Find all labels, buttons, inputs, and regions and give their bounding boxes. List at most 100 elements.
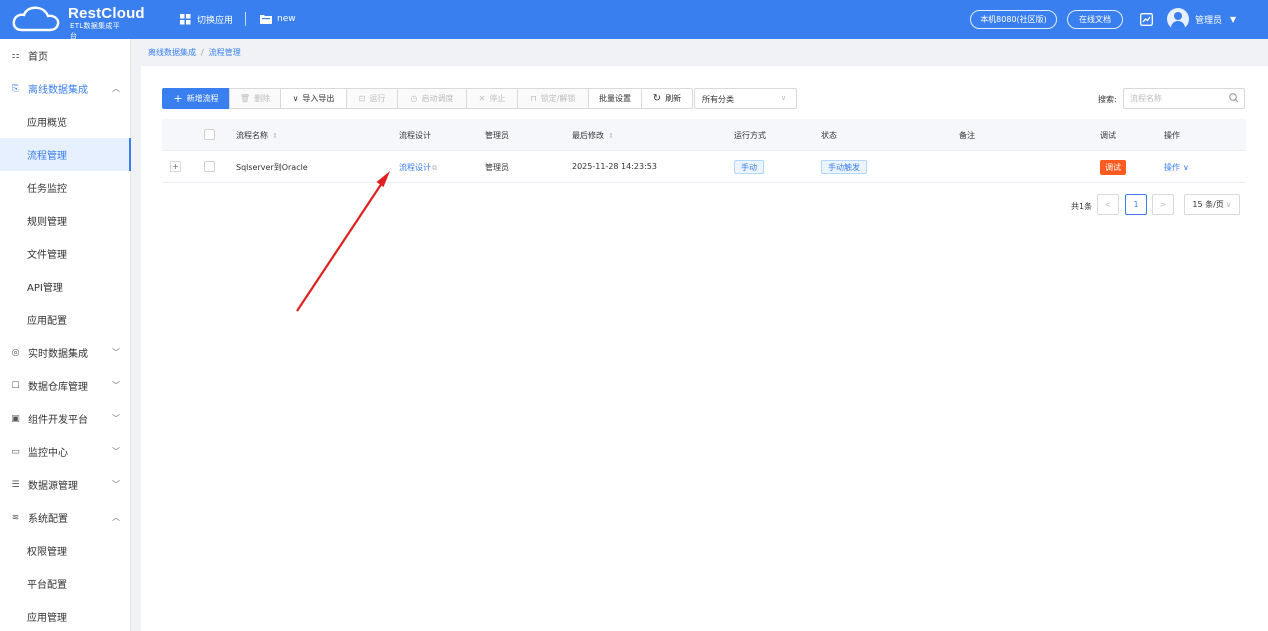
user-menu[interactable]: 管理员 ▼ bbox=[1195, 11, 1236, 27]
import-export-button[interactable]: ∨ 导入导出 bbox=[280, 88, 347, 109]
header-action: 操作 bbox=[1164, 131, 1180, 140]
sidebar-item-label: 权限管理 bbox=[27, 547, 67, 558]
monitor-icon: ▭ bbox=[11, 446, 20, 457]
chevron-down-icon: ﹀ bbox=[112, 480, 120, 489]
sidebar-group-system[interactable]: ≋ 系统配置 ︿ bbox=[0, 501, 131, 534]
sidebar-item-label: 任务监控 bbox=[27, 184, 67, 195]
realtime-icon: ◎ bbox=[11, 347, 20, 358]
user-name: 管理员 bbox=[1195, 15, 1223, 26]
env-pill[interactable]: 本机8080(社区版) bbox=[970, 10, 1057, 29]
batch-settings-button[interactable]: 批量设置 bbox=[588, 88, 642, 109]
page-size-value: 15 条/页 bbox=[1192, 200, 1224, 209]
sidebar-item-label: 实时数据集成 bbox=[28, 349, 88, 360]
avatar[interactable] bbox=[1167, 8, 1189, 30]
header-status: 状态 bbox=[821, 131, 837, 140]
sidebar-item-file-management[interactable]: 文件管理 bbox=[0, 237, 131, 270]
sidebar-item-label: API管理 bbox=[27, 283, 63, 294]
header-run-mode: 运行方式 bbox=[734, 131, 766, 140]
header-remark: 备注 bbox=[959, 131, 975, 140]
sidebar-item-api-management[interactable]: API管理 bbox=[0, 270, 131, 303]
sidebar-item-label: 应用概览 bbox=[27, 118, 67, 129]
sidebar-group-offline[interactable]: ⎘ 离线数据集成 ︿ bbox=[0, 72, 131, 105]
refresh-button[interactable]: ↻ 刷新 bbox=[641, 88, 693, 109]
chevron-up-icon: ︿ bbox=[112, 513, 120, 522]
pagination-total: 共1条 bbox=[1071, 202, 1093, 211]
next-page-button[interactable]: > bbox=[1152, 194, 1174, 215]
chevron-down-icon: ∨ bbox=[1225, 200, 1232, 209]
start-schedule-button[interactable]: ◷ 启动调度 bbox=[397, 88, 467, 109]
run-mode-tag: 手动 bbox=[734, 160, 764, 174]
restcloud-logo[interactable]: RestCloud ETL数据集成平台 bbox=[12, 4, 145, 40]
sidebar-item-platform-config[interactable]: 平台配置 bbox=[0, 567, 131, 600]
sidebar-item-label: 系统配置 bbox=[28, 514, 68, 525]
search-input[interactable] bbox=[1123, 88, 1245, 109]
sidebar-item-app-management[interactable]: 应用管理 bbox=[0, 600, 131, 631]
header-modified[interactable]: 最后修改 ⇕ bbox=[572, 130, 614, 141]
sidebar-item-label: 应用管理 bbox=[27, 613, 67, 624]
database-icon: ☰ bbox=[11, 479, 20, 490]
cloud-logo-icon bbox=[12, 6, 60, 32]
chevron-down-icon: ﹀ bbox=[112, 381, 120, 390]
sidebar-group-warehouse[interactable]: ☐ 数据仓库管理 ﹀ bbox=[0, 369, 131, 402]
sliders-icon: ≋ bbox=[11, 512, 20, 523]
new-flow-button[interactable]: + 新增流程 bbox=[162, 88, 230, 109]
page-size-select[interactable]: 15 条/页 ∨ bbox=[1184, 194, 1240, 215]
header-name[interactable]: 流程名称 ⇕ bbox=[236, 130, 278, 141]
search-icon[interactable] bbox=[1228, 92, 1240, 104]
category-select[interactable]: 所有分类 ∨ bbox=[694, 88, 797, 109]
lock-icon: ⊓ bbox=[530, 94, 537, 103]
clock-icon: ◷ bbox=[410, 94, 418, 103]
run-button[interactable]: ⊡ 运行 bbox=[346, 88, 398, 109]
header-divider bbox=[245, 12, 246, 26]
sidebar-item-home[interactable]: ⚏ 首页 bbox=[0, 39, 131, 72]
chevron-down-icon: ﹀ bbox=[112, 414, 120, 423]
flow-design-link[interactable]: 流程设计⧉ bbox=[399, 162, 437, 173]
current-app-name: new bbox=[277, 14, 296, 24]
expand-row-icon[interactable]: + bbox=[170, 161, 181, 172]
stop-button[interactable]: ✕ 停止 bbox=[466, 88, 518, 109]
batch-settings-label: 批量设置 bbox=[599, 94, 631, 103]
sidebar-group-component[interactable]: ▣ 组件开发平台 ﹀ bbox=[0, 402, 131, 435]
sidebar-group-datasource[interactable]: ☰ 数据源管理 ﹀ bbox=[0, 468, 131, 501]
chevron-up-icon: ︿ bbox=[112, 84, 120, 93]
delete-button[interactable]: 🗑︎ 删除 bbox=[229, 88, 281, 109]
docs-pill[interactable]: 在线文档 bbox=[1067, 10, 1123, 29]
chevron-down-icon: ∨ bbox=[1183, 163, 1189, 172]
sidebar-item-label: 流程管理 bbox=[27, 151, 67, 162]
table-header: 流程名称 ⇕ 流程设计 管理员 最后修改 ⇕ 运行方式 状态 备注 调试 操作 bbox=[162, 119, 1246, 151]
sidebar-item-label: 首页 bbox=[28, 52, 48, 63]
home-grid-icon: ⚏ bbox=[11, 50, 20, 61]
chart-icon[interactable] bbox=[1140, 13, 1153, 26]
current-app[interactable]: new bbox=[260, 11, 296, 27]
chevron-down-icon: ﹀ bbox=[112, 447, 120, 456]
edit-square-icon: ☐ bbox=[11, 380, 20, 391]
sidebar-group-monitor[interactable]: ▭ 监控中心 ﹀ bbox=[0, 435, 131, 468]
sidebar-item-label: 平台配置 bbox=[27, 580, 67, 591]
stop-label: 停止 bbox=[489, 94, 506, 103]
sidebar-item-label: 数据仓库管理 bbox=[28, 382, 88, 393]
debug-button[interactable]: 调试 bbox=[1100, 160, 1126, 175]
row-checkbox[interactable] bbox=[204, 161, 215, 172]
switch-app-button[interactable]: 切换应用 bbox=[180, 11, 233, 27]
refresh-icon: ↻ bbox=[652, 93, 662, 104]
close-icon: ✕ bbox=[478, 94, 486, 103]
external-link-icon: ⧉ bbox=[432, 164, 437, 172]
sidebar-item-task-monitor[interactable]: 任务监控 bbox=[0, 171, 131, 204]
status-badge: 手动触发 bbox=[821, 160, 867, 174]
sort-icon: ⇕ bbox=[608, 132, 614, 140]
sidebar-item-rule-management[interactable]: 规则管理 bbox=[0, 204, 131, 237]
action-dropdown[interactable]: 操作 ∨ bbox=[1164, 162, 1189, 173]
page-number-button[interactable]: 1 bbox=[1125, 194, 1147, 215]
sidebar-item-permission[interactable]: 权限管理 bbox=[0, 534, 131, 567]
cell-modified: 2025-11-28 14:23:53 bbox=[572, 162, 657, 171]
lock-unlock-button[interactable]: ⊓ 锁定/解锁 bbox=[517, 88, 589, 109]
prev-page-button[interactable]: < bbox=[1097, 194, 1119, 215]
sidebar-item-app-config[interactable]: 应用配置 bbox=[0, 303, 131, 336]
sidebar-item-flow-management[interactable]: 流程管理 bbox=[0, 138, 131, 171]
chevron-left-icon: < bbox=[1104, 200, 1112, 209]
breadcrumb-offline[interactable]: 离线数据集成 bbox=[148, 48, 196, 57]
sidebar-group-realtime[interactable]: ◎ 实时数据集成 ﹀ bbox=[0, 336, 131, 369]
sidebar-item-app-overview[interactable]: 应用概览 bbox=[0, 105, 131, 138]
select-all-checkbox[interactable] bbox=[204, 129, 215, 140]
grid-icon bbox=[180, 13, 191, 24]
